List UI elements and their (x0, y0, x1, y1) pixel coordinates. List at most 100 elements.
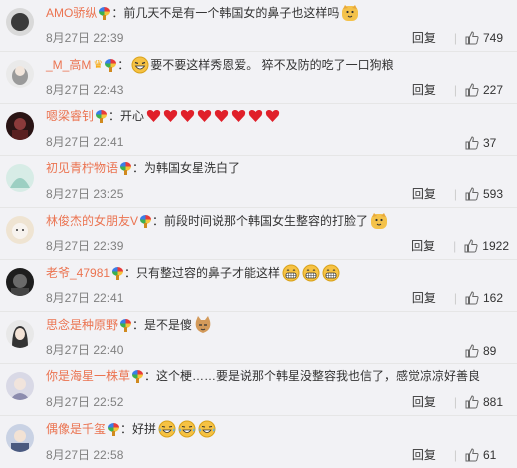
doge-emoji-icon (371, 213, 388, 229)
medal-icon (120, 161, 132, 175)
colon: ： (117, 58, 130, 72)
like-count: 37 (483, 136, 497, 150)
comment-text: ：这个梗……要是说那个韩星没整容我也信了，感觉凉凉好善良 (144, 369, 481, 383)
heart-icon (248, 109, 263, 122)
avatar-image (6, 268, 34, 296)
username[interactable]: 你是海星一株草 (46, 368, 130, 384)
divider: | (453, 238, 457, 253)
timestamp: 8月27日 22:40 (46, 343, 124, 357)
comment-item: AMO骄纵 ：前几天不是有一个韩国女的鼻子也这样吗 8月27日 22:39 回复… (0, 0, 517, 52)
comment-item: 老爷_47981 ：只有整过容的鼻子才能这样 8月27日 22:41 回复 | … (0, 260, 517, 312)
comment-text: ：开心 (108, 109, 145, 123)
grin-emoji-icon (282, 264, 300, 282)
like-count: 593 (483, 186, 504, 201)
like-count: 61 (483, 447, 497, 462)
thumbs-up-icon[interactable] (465, 30, 479, 45)
username[interactable]: 嗯梁睿钊 (46, 108, 94, 124)
avatar[interactable] (6, 320, 34, 348)
avatar[interactable] (6, 164, 34, 192)
avatar-image (6, 372, 34, 400)
thumbs-up-icon[interactable] (465, 394, 479, 409)
avatar[interactable] (6, 112, 34, 140)
timestamp: 8月27日 22:43 (46, 83, 124, 97)
comment-item: _M_高M ♛ ： 要不要这样秀恩爱。 猝不及防的吃了一口狗粮 8月27日 22… (0, 52, 517, 104)
reply-button[interactable]: 回复 (412, 29, 436, 46)
like-count: 749 (483, 30, 504, 45)
username[interactable]: 偶像是千玺 (46, 421, 106, 437)
thumbs-up-icon[interactable] (465, 290, 479, 305)
avatar[interactable] (6, 8, 34, 36)
avatar[interactable] (6, 268, 34, 296)
like-count: 227 (483, 82, 504, 97)
heart-icon (146, 109, 161, 122)
tears-emoji-icon (198, 420, 216, 438)
like-count: 1922 (482, 238, 509, 253)
heart-icon (163, 109, 178, 122)
reply-button[interactable]: 回复 (412, 81, 436, 98)
thumbs-up-icon[interactable] (465, 136, 479, 150)
comment-text: 要不要这样秀恩爱。 猝不及防的吃了一口狗粮 (150, 58, 394, 72)
like-count: 162 (483, 290, 504, 305)
avatar-image (6, 8, 34, 36)
comment-text: ：前几天不是有一个韩国女的鼻子也这样吗 (111, 6, 340, 20)
reply-button[interactable]: 回复 (412, 185, 436, 202)
comment-text: ：是不是傻 (132, 318, 193, 332)
thumbs-up-icon[interactable] (465, 344, 479, 358)
medal-icon (99, 6, 111, 20)
medal-icon (105, 58, 117, 72)
thumbs-up-icon[interactable] (465, 186, 479, 201)
comment-text: ：前段时间说那个韩国女生整容的打脸了 (152, 214, 369, 228)
reply-button[interactable]: 回复 (412, 289, 436, 306)
avatar[interactable] (6, 60, 34, 88)
thumbs-up-icon[interactable] (465, 82, 479, 97)
username[interactable]: _M_高M (46, 57, 91, 73)
thumbs-up-icon[interactable] (465, 447, 479, 462)
crown-icon: ♛ (93, 59, 104, 71)
medal-icon (96, 109, 108, 123)
timestamp: 8月27日 22:39 (46, 239, 124, 253)
grin-emoji-icon (322, 264, 340, 282)
medal-icon (112, 266, 124, 280)
avatar-image (6, 320, 34, 348)
like-count: 881 (483, 394, 504, 409)
comment-item: 你是海星一株草 ：这个梗……要是说那个韩星没整容我也信了，感觉凉凉好善良 8月2… (0, 364, 517, 416)
medal-icon (108, 422, 120, 436)
thumbs-up-icon[interactable] (464, 238, 478, 253)
comment-text: ：只有整过容的鼻子才能这样 (124, 266, 281, 280)
divider: | (453, 186, 457, 201)
avatar[interactable] (6, 372, 34, 400)
comment-item: 初见青柠物语 ：为韩国女星洗白了 8月27日 23:25 回复 | 593 (0, 156, 517, 208)
comment-item: 思念是种原野 ：是不是傻 8月27日 22:40 89 (0, 312, 517, 364)
doge-emoji-icon (342, 5, 359, 21)
comment-item: 偶像是千玺 ：好拼 8月27日 22:58 回复 | 61 (0, 416, 517, 468)
timestamp: 8月27日 22:52 (46, 395, 124, 409)
avatar[interactable] (6, 424, 34, 452)
divider: | (453, 394, 457, 409)
username[interactable]: 思念是种原野 (46, 317, 118, 333)
heart-icon (265, 109, 280, 122)
username[interactable]: AMO骄纵 (46, 5, 97, 21)
heart-icon (180, 109, 195, 122)
comment-list: AMO骄纵 ：前几天不是有一个韩国女的鼻子也这样吗 8月27日 22:39 回复… (0, 0, 517, 464)
username[interactable]: 老爷_47981 (46, 265, 110, 281)
medal-icon (120, 318, 132, 332)
username[interactable]: 初见青柠物语 (46, 160, 118, 176)
divider: | (453, 30, 457, 45)
avatar-image (6, 60, 34, 88)
avatar-image (6, 112, 34, 140)
timestamp: 8月27日 22:41 (46, 135, 124, 149)
avatar-image (6, 424, 34, 452)
reply-button[interactable]: 回复 (412, 393, 436, 410)
divider: | (453, 82, 457, 97)
comment-item: 嗯梁睿钊 ：开心 8月27日 22:41 37 (0, 104, 517, 156)
avatar-image (6, 216, 34, 244)
reply-button[interactable]: 回复 (412, 446, 436, 463)
timestamp: 8月27日 22:39 (46, 31, 124, 45)
tears-emoji-icon (158, 420, 176, 438)
username[interactable]: 林俊杰的女朋友V (46, 213, 138, 229)
timestamp: 8月27日 22:41 (46, 291, 124, 305)
laughing-emoji-icon (131, 56, 149, 74)
avatar[interactable] (6, 216, 34, 244)
reply-button[interactable]: 回复 (411, 237, 435, 254)
timestamp: 8月27日 23:25 (46, 187, 124, 201)
